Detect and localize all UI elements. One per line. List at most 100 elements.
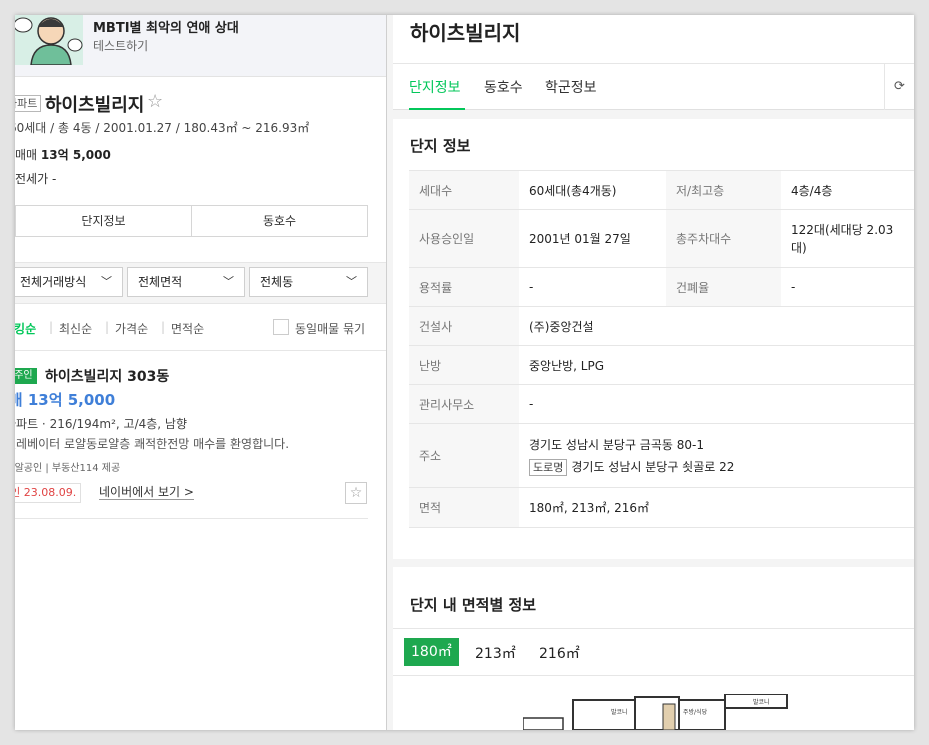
type-badge: 아파트 (15, 95, 42, 112)
plan-label: 발코니 (611, 708, 628, 716)
info-row: 주소 경기도 성남시 분당구 금곡동 80-1 도로명 경기도 성남시 분당구 쇳… (409, 423, 914, 488)
size-tab-213[interactable]: 213㎡ (475, 643, 516, 663)
refresh-icon[interactable]: ⟳ (884, 64, 914, 110)
app-window: MBTI별 최악의 연애 상대 테스트하기 아파트 하이츠빌리지 ☆ 60세대 … (15, 15, 914, 730)
info-row: 사용승인일 2001년 01월 27일 총주차대수 122대(세대당 2.03대… (409, 209, 914, 268)
info-row: 난방 중앙난방, LPG (409, 345, 914, 385)
sale-price: 매매 13억 5,000 (15, 146, 111, 163)
detail-header: 하이츠빌리지 단지정보 동호수 학군정보 ⟳ (393, 15, 914, 110)
listing-name: 하이츠빌리지 303동 (45, 369, 170, 385)
info-key: 사용승인일 (409, 209, 519, 268)
info-key: 면적 (409, 487, 519, 528)
listing-agent: 확인 알공인 | 부동산114 제공 (15, 463, 121, 474)
info-row: 세대수 60세대(총4개동) 저/최고층 4층/4층 (409, 170, 914, 210)
info-row: 관리사무소 - (409, 384, 914, 424)
lease-price: 전세가 - (15, 170, 56, 187)
info-key: 난방 (409, 345, 519, 385)
info-value: - (519, 267, 666, 307)
info-value: 180㎡, 213㎡, 216㎡ (519, 487, 914, 528)
info-title: 단지 정보 (410, 137, 471, 155)
info-key: 저/최고층 (666, 170, 781, 210)
sort-divider: | (49, 320, 54, 334)
info-key: 건폐율 (666, 267, 781, 307)
detail-title: 하이츠빌리지 (410, 21, 521, 45)
sort-latest[interactable]: 최신순 (59, 320, 92, 337)
naver-link[interactable]: 네이버에서 보기 > (99, 485, 194, 500)
complex-info-button[interactable]: 단지정보 (16, 206, 191, 236)
info-key: 세대수 (409, 170, 519, 210)
info-table: 세대수 60세대(총4개동) 저/최고층 4층/4층 사용승인일 2001년 0… (409, 170, 914, 528)
sort-bar: 랭킹순 | 최신순 | 가격순 | 면적순 동일매물 묶기 (15, 318, 387, 340)
listing-note: 엘레베이터 로얄동로얄층 쾌적한전망 매수를 환영합니다. (15, 437, 290, 451)
size-tab-216[interactable]: 216㎡ (539, 643, 580, 663)
area-value: 전체면적 (138, 275, 183, 289)
listing-desc: 아파트 · 216/194m², 고/4층, 남향 (15, 417, 188, 431)
listing-price: 매매 13억 5,000 (15, 391, 116, 409)
plan-label: 발코니 (753, 698, 770, 706)
area-info-card: 단지 내 면적별 정보 180㎡ 213㎡ 216㎡ 발코니 주방/식당 발코니 (393, 567, 914, 730)
road-address-line: 도로명 경기도 성남시 분당구 쇳골로 22 (529, 456, 904, 478)
sort-divider: | (161, 320, 166, 334)
info-value: 4층/4층 (781, 170, 914, 210)
plan-label: 주방/식당 (683, 708, 708, 716)
complex-button-row: 단지정보 동호수 (15, 205, 368, 237)
ad-banner[interactable]: MBTI별 최악의 연애 상대 테스트하기 (15, 15, 387, 77)
info-row: 건설사 (주)중앙건설 (409, 306, 914, 346)
road-address: 경기도 성남시 분당구 쇳골로 22 (571, 459, 735, 474)
jibun-address: 경기도 성남시 분당구 금곡동 80-1 (529, 437, 704, 452)
info-value: 60세대(총4개동) (519, 170, 666, 210)
info-key: 관리사무소 (409, 384, 519, 424)
group-same-label: 동일매물 묶기 (295, 322, 366, 336)
area-title: 단지 내 면적별 정보 (410, 596, 537, 614)
ad-thumbnail (15, 15, 83, 65)
detail-tabs: 단지정보 동호수 학군정보 ⟳ (393, 63, 914, 110)
complex-name: 하이츠빌리지 (45, 95, 145, 116)
chevron-down-icon: ﹀ (223, 275, 234, 288)
info-key: 총주차대수 (666, 209, 781, 268)
complex-info-card: 단지 정보 세대수 60세대(총4개동) 저/최고층 4층/4층 사용승인일 2… (393, 119, 914, 559)
info-key: 용적률 (409, 267, 519, 307)
lease-value: - (51, 172, 57, 186)
detail-panel: 하이츠빌리지 단지정보 동호수 학군정보 ⟳ 단지 정보 세대수 60세대(총4… (387, 15, 914, 730)
trade-type-select[interactable]: 전체거래방식 ﹀ (15, 267, 123, 297)
sort-ranking[interactable]: 랭킹순 (15, 320, 36, 337)
info-value: 중앙난방, LPG (519, 345, 914, 385)
building-select[interactable]: 전체동 ﹀ (249, 267, 368, 297)
tab-unit-number[interactable]: 동호수 (484, 77, 523, 97)
owner-badge: 집주인 (15, 368, 37, 384)
filter-bar: 전체거래방식 ﹀ 전체면적 ﹀ 전체동 ﹀ (15, 262, 387, 304)
favorite-star-icon[interactable]: ☆ (147, 91, 163, 112)
sort-area[interactable]: 면적순 (171, 320, 204, 337)
divider (15, 350, 387, 351)
trade-type-value: 전체거래방식 (20, 275, 87, 289)
listing-date: 확인 23.08.09. (15, 483, 82, 503)
listing-star-icon[interactable]: ☆ (345, 482, 367, 504)
unit-number-button[interactable]: 동호수 (191, 206, 367, 236)
lease-label: 전세가 (15, 172, 49, 186)
address-cell: 경기도 성남시 분당구 금곡동 80-1 도로명 경기도 성남시 분당구 쇳골로 … (519, 423, 914, 488)
info-key: 건설사 (409, 306, 519, 346)
size-tab-180[interactable]: 180㎡ (404, 638, 459, 666)
group-same-checkbox[interactable] (273, 319, 289, 335)
chevron-down-icon: ﹀ (346, 275, 357, 288)
road-badge: 도로명 (529, 458, 568, 476)
info-value: 2001년 01월 27일 (519, 209, 666, 268)
sort-price[interactable]: 가격순 (115, 320, 148, 337)
area-size-tabs: 180㎡ 213㎡ 216㎡ (393, 628, 914, 676)
active-tab-indicator (409, 108, 465, 110)
sale-label: 매매 (15, 148, 38, 162)
info-key: 주소 (409, 423, 519, 488)
complex-meta: 60세대 / 총 4동 / 2001.01.27 / 180.43㎡ ~ 216… (15, 121, 310, 135)
chevron-down-icon: ﹀ (101, 275, 112, 288)
tab-school-info[interactable]: 학군정보 (545, 77, 597, 97)
sort-divider: | (105, 320, 110, 334)
ad-subtitle: 테스트하기 (93, 39, 149, 53)
tab-complex-info[interactable]: 단지정보 (409, 77, 461, 97)
ad-title: MBTI별 최악의 연애 상대 (93, 21, 239, 36)
area-select[interactable]: 전체면적 ﹀ (127, 267, 245, 297)
info-value: - (519, 384, 914, 424)
floor-plan-image: 발코니 주방/식당 발코니 (523, 694, 788, 730)
info-row: 면적 180㎡, 213㎡, 216㎡ (409, 487, 914, 528)
info-value: (주)중앙건설 (519, 306, 914, 346)
divider (15, 518, 368, 519)
